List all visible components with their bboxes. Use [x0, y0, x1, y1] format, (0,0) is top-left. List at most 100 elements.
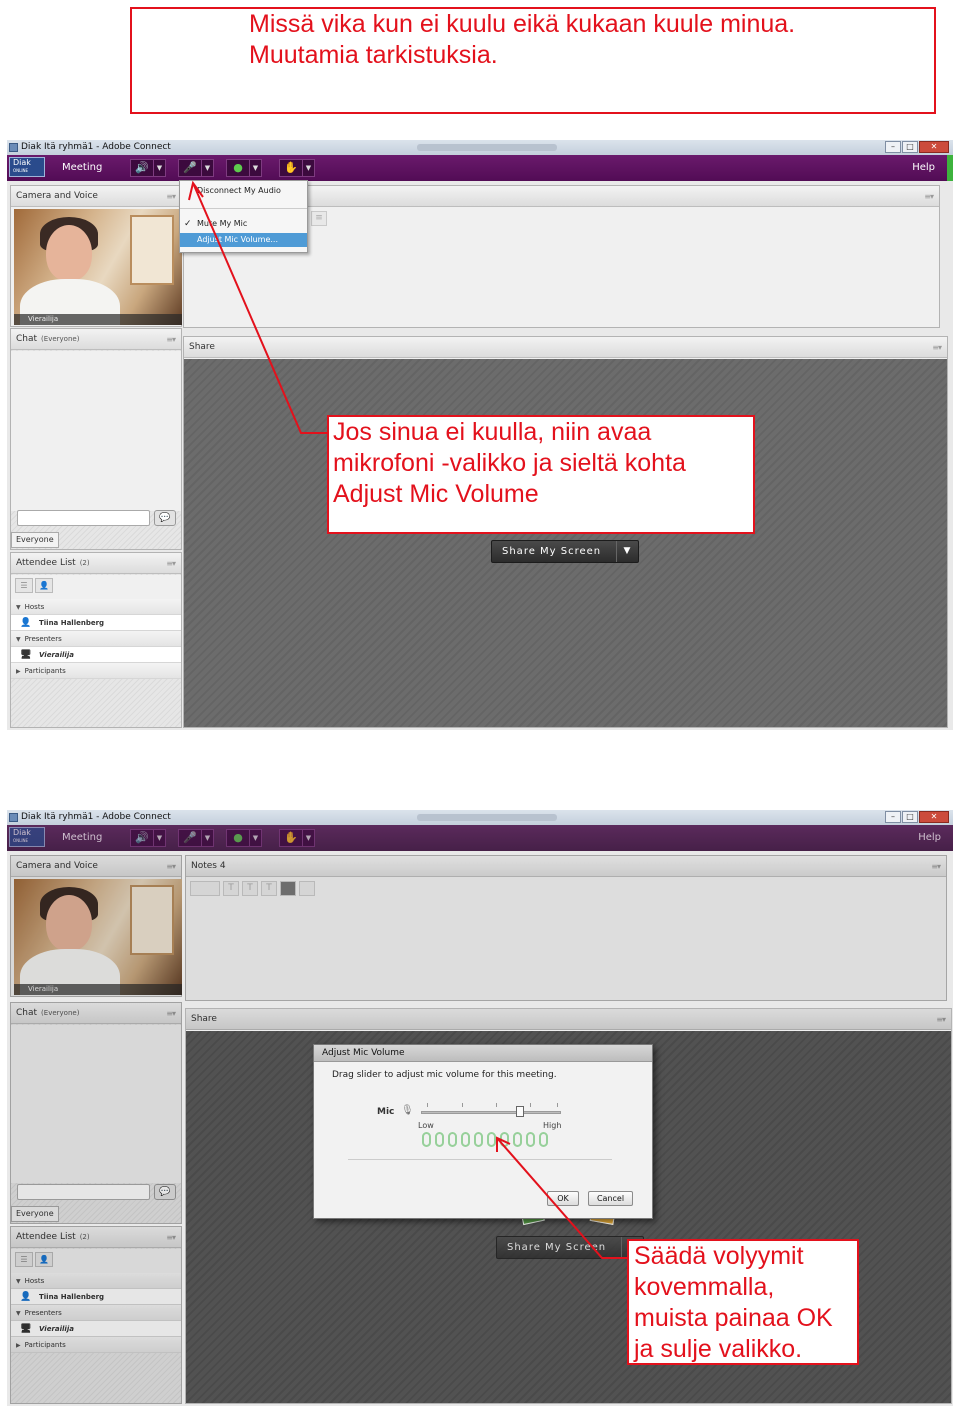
mic-label: Mic	[377, 1107, 395, 1117]
chat-input[interactable]	[17, 1184, 150, 1200]
microphone-button[interactable]: 🎤 ▼	[178, 829, 214, 847]
collapse-triangle-icon[interactable]: ▼	[16, 1278, 21, 1285]
menu-item-mute-mic[interactable]: ✓ Mute My Mic	[180, 217, 307, 231]
chat-send-icon[interactable]: 💬	[154, 1184, 176, 1200]
collapse-triangle-icon[interactable]: ▼	[16, 604, 21, 611]
maximize-icon[interactable]: □	[902, 141, 918, 153]
microphone-icon: 🎤	[183, 161, 197, 174]
share-button-label: Share My Screen	[502, 546, 602, 557]
color-swatch-icon[interactable]	[280, 881, 296, 896]
chat-messages	[11, 1025, 181, 1183]
dialog-divider	[348, 1159, 612, 1160]
pod-options-icon[interactable]: ≡▾	[166, 856, 176, 877]
italic-icon[interactable]: T	[242, 881, 258, 896]
expand-triangle-icon[interactable]: ▶	[16, 1342, 21, 1349]
menu-item-disconnect-audio[interactable]: Disconnect My Audio	[180, 184, 307, 198]
webcam-button[interactable]: ● ▼	[226, 829, 262, 847]
raise-hand-button[interactable]: ✋ ▼	[279, 159, 315, 177]
group-hosts[interactable]: ▼ Hosts	[11, 599, 181, 615]
chat-tab-everyone[interactable]: Everyone	[11, 532, 59, 548]
attendee-presenter[interactable]: 🖥 Vierailija	[11, 647, 181, 663]
attendee-count: (2)	[79, 1233, 90, 1241]
window-title-bar: Diak Itä ryhmä1 - Adobe Connect – □ ✕	[7, 810, 953, 825]
group-participants[interactable]: ▶ Participants	[11, 1337, 181, 1353]
pod-options-icon[interactable]: ≡▾	[166, 1003, 176, 1024]
maximize-icon[interactable]: □	[902, 811, 918, 823]
blurred-tab	[417, 814, 557, 821]
minimize-icon[interactable]: –	[885, 811, 901, 823]
chevron-down-icon[interactable]: ▼	[153, 830, 165, 846]
user-options-icon[interactable]: 👤	[35, 1252, 53, 1267]
pod-header: Attendee List (2) ≡▾	[11, 1227, 181, 1248]
attendee-host[interactable]: 👤 Tiina Hallenberg	[11, 1289, 181, 1305]
pod-options-icon[interactable]: ≡▾	[932, 337, 942, 358]
pod-options-icon[interactable]: ≡▾	[166, 1227, 176, 1248]
chevron-down-icon[interactable]: ▼	[249, 160, 261, 176]
menu-help[interactable]: Help	[912, 155, 935, 181]
speaker-button[interactable]: 🔊 ▼	[130, 829, 166, 847]
menu-meeting[interactable]: Meeting	[62, 155, 102, 181]
callout-text: Missä vika kun ei kuulu eikä kukaan kuul…	[249, 10, 796, 38]
attendee-count: (2)	[79, 559, 90, 567]
user-options-icon[interactable]: 👤	[35, 578, 53, 593]
speaker-button[interactable]: 🔊 ▼	[130, 159, 166, 177]
attendee-host[interactable]: 👤 Tiina Hallenberg	[11, 615, 181, 631]
menu-help[interactable]: Help	[918, 825, 941, 851]
group-presenters[interactable]: ▼ Presenters	[11, 1305, 181, 1321]
notes-pod: Notes 4 ≡▾ T T T	[185, 855, 947, 1001]
attendee-list-pod: Attendee List (2) ≡▾ ☰ 👤 ▼ Hosts 👤 Tiina Hall…	[10, 552, 182, 728]
ok-button[interactable]: OK	[547, 1191, 579, 1206]
raise-hand-button[interactable]: ✋ ▼	[279, 829, 315, 847]
webcam-button[interactable]: ● ▼	[226, 159, 262, 177]
expand-triangle-icon[interactable]: ▶	[16, 668, 21, 675]
minimize-icon[interactable]: –	[885, 141, 901, 153]
window-controls: – □ ✕	[885, 811, 949, 823]
menu-meeting[interactable]: Meeting	[62, 825, 102, 851]
list-view-icon[interactable]: ☰	[15, 1252, 33, 1267]
list-icon[interactable]	[299, 881, 315, 896]
raise-hand-icon: ✋	[284, 161, 298, 174]
chat-tab-everyone[interactable]: Everyone	[11, 1206, 59, 1222]
font-size-dropdown[interactable]	[190, 881, 220, 896]
collapse-triangle-icon[interactable]: ▼	[16, 636, 21, 643]
chevron-down-icon[interactable]: ▼	[302, 160, 314, 176]
chevron-down-icon[interactable]: ▼	[201, 160, 213, 176]
mic-volume-slider-track[interactable]	[421, 1111, 561, 1114]
underline-icon[interactable]: T	[261, 881, 277, 896]
pod-options-icon[interactable]: ≡▾	[931, 856, 941, 877]
pod-options-icon[interactable]: ≡▾	[166, 186, 176, 207]
pod-options-icon[interactable]: ≡▾	[166, 329, 176, 350]
mic-volume-slider-thumb[interactable]	[516, 1106, 525, 1117]
list-icon[interactable]: ≡	[311, 211, 327, 226]
callout-text: Adjust Mic Volume	[333, 480, 539, 508]
chat-send-icon[interactable]: 💬	[154, 510, 176, 526]
microphone-button[interactable]: 🎤 ▼	[178, 159, 214, 177]
chat-input[interactable]	[17, 510, 150, 526]
menu-item-adjust-mic-volume[interactable]: Adjust Mic Volume...	[180, 233, 307, 247]
bold-icon[interactable]: T	[223, 881, 239, 896]
collapse-triangle-icon[interactable]: ▼	[16, 1310, 21, 1317]
share-my-screen-button[interactable]: Share My Screen▼	[496, 1236, 644, 1259]
chevron-down-icon[interactable]: ▼	[201, 830, 213, 846]
level-segment	[435, 1132, 444, 1147]
group-hosts[interactable]: ▼ Hosts	[11, 1273, 181, 1289]
attendee-presenter[interactable]: 🖥 Vierailija	[11, 1321, 181, 1337]
chevron-down-icon[interactable]: ▼	[153, 160, 165, 176]
pod-title: Attendee List	[16, 558, 76, 568]
pod-options-icon[interactable]: ≡▾	[166, 553, 176, 574]
close-icon[interactable]: ✕	[919, 141, 949, 153]
list-view-icon[interactable]: ☰	[15, 578, 33, 593]
pod-options-icon[interactable]: ≡▾	[924, 186, 934, 207]
chevron-down-icon[interactable]: ▼	[302, 830, 314, 846]
chevron-down-icon[interactable]: ▼	[249, 830, 261, 846]
share-my-screen-button[interactable]: Share My Screen ▼	[491, 540, 639, 563]
cancel-button[interactable]: Cancel	[588, 1191, 633, 1206]
pod-options-icon[interactable]: ≡▾	[936, 1009, 946, 1030]
group-presenters[interactable]: ▼ Presenters	[11, 631, 181, 647]
callout-text: Muutamia tarkistuksia.	[249, 41, 498, 69]
group-participants[interactable]: ▶ Participants	[11, 663, 181, 679]
presenter-user-icon: 🖥	[20, 1324, 32, 1334]
close-icon[interactable]: ✕	[919, 811, 949, 823]
chevron-down-icon[interactable]: ▼	[616, 541, 638, 562]
slider-tick	[530, 1103, 531, 1107]
